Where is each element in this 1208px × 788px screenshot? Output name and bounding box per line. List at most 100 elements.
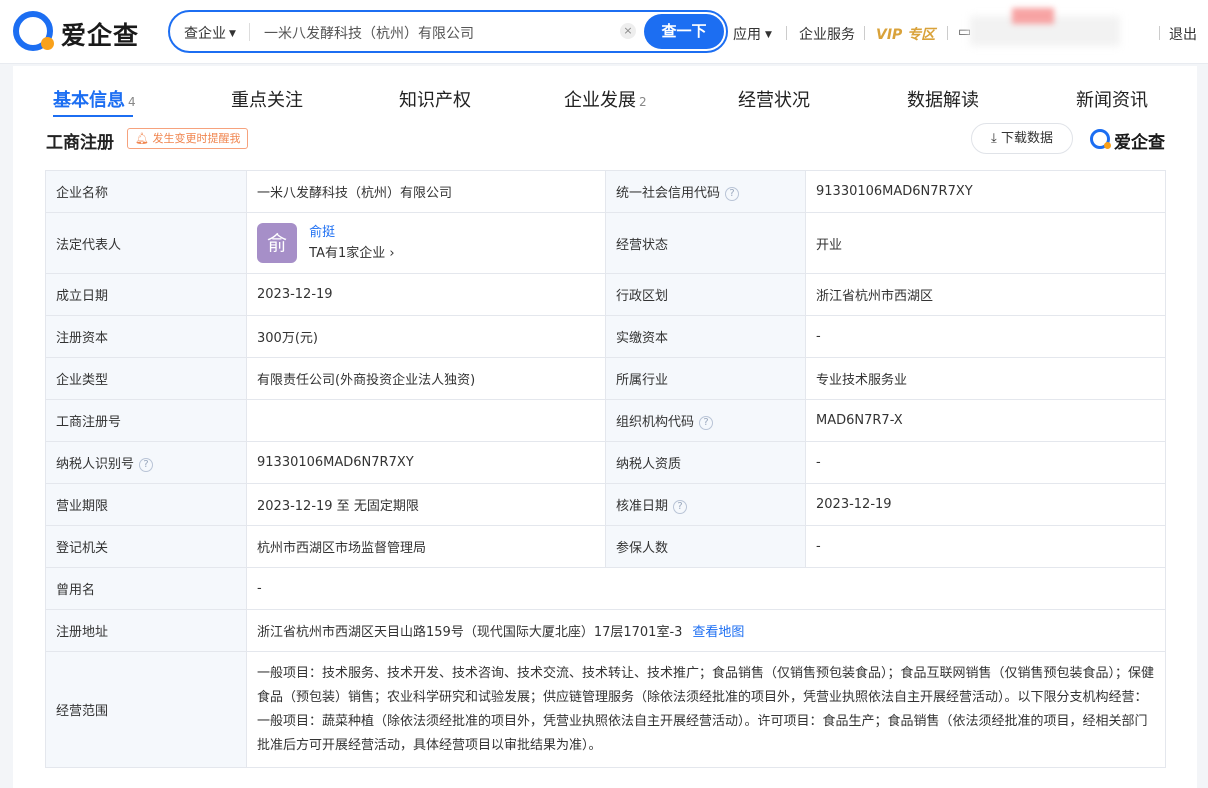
value-reg-capital: 300万(元) xyxy=(246,315,606,358)
top-bar: 爱企查 查企业 ▼ 一米八发酵科技（杭州）有限公司 × 查一下 应用 ▼ 企业服务 … xyxy=(0,0,1208,64)
tab-label: 数据解读 xyxy=(907,90,979,111)
nav-enterprise-service[interactable]: 企业服务 xyxy=(799,24,855,44)
label-credit-code: 统一社会信用代码? xyxy=(605,170,806,213)
tab-news[interactable]: 新闻资讯 xyxy=(1076,86,1148,112)
value-address: 浙江省杭州市西湖区天目山路159号（现代国际大厦北座）17层1701室-3 查看地… xyxy=(246,609,1166,652)
table-row: 注册资本 300万(元) 实缴资本 - xyxy=(45,315,1166,358)
tab-bar: 基本信息 4 重点关注 知识产权 企业发展 2 经营状况 数据解读 新闻资讯 xyxy=(13,66,1197,118)
label-text: 统一社会信用代码 xyxy=(616,186,721,201)
search-scope-label: 查企业 xyxy=(184,26,226,42)
download-icon: ⤓ xyxy=(991,131,997,146)
label-reg-no: 工商注册号 xyxy=(45,399,247,442)
label-paid-capital: 实缴资本 xyxy=(605,315,806,358)
label-taxpayer-qual: 纳税人资质 xyxy=(605,441,806,484)
value-approve-date: 2023-12-19 xyxy=(805,483,1166,526)
label-industry: 所属行业 xyxy=(605,357,806,400)
nav-divider xyxy=(1159,26,1160,40)
value-legal-rep: 俞 俞挺 TA有1家企业 › xyxy=(246,212,606,274)
clear-icon[interactable]: × xyxy=(620,23,636,39)
label-text: 核准日期 xyxy=(616,499,669,514)
label-company-type: 企业类型 xyxy=(45,357,247,400)
label-text: 组织机构代码 xyxy=(616,415,695,430)
download-data-button[interactable]: ⤓ 下载数据 xyxy=(971,123,1073,154)
value-found-date: 2023-12-19 xyxy=(246,273,606,316)
search-scope-select[interactable]: 查企业 ▼ xyxy=(184,23,236,43)
section-title: 工商注册 xyxy=(46,133,114,153)
label-org-code: 组织机构代码? xyxy=(605,399,806,442)
label-term: 营业期限 xyxy=(45,483,247,526)
nav-divider xyxy=(864,26,865,40)
tab-label: 企业发展 xyxy=(564,90,636,111)
site-logo[interactable]: 爱企查 xyxy=(13,11,153,53)
legal-rep-name-link[interactable]: 俞挺 xyxy=(309,225,335,240)
table-row: 经营范围 一般项目：技术服务、技术开发、技术咨询、技术交流、技术转让、技术推广；… xyxy=(45,651,1166,768)
label-reg-capital: 注册资本 xyxy=(45,315,247,358)
legal-rep-companies-link[interactable]: TA有1家企业 › xyxy=(309,246,394,261)
view-map-link[interactable]: 查看地图 xyxy=(692,625,744,640)
value-former-name: - xyxy=(246,567,1166,610)
nav-vip[interactable]: VIP 专区 xyxy=(876,24,935,44)
label-found-date: 成立日期 xyxy=(45,273,247,316)
table-row: 法定代表人 俞 俞挺 TA有1家企业 › 经营状态 开业 xyxy=(45,212,1166,274)
nav-apps[interactable]: 应用 ▼ xyxy=(733,24,772,44)
label-former-name: 曾用名 xyxy=(45,567,247,610)
value-status: 开业 xyxy=(805,212,1166,274)
tab-ip[interactable]: 知识产权 xyxy=(399,86,471,112)
tab-count: 4 xyxy=(128,95,136,109)
brand-text: 爱企查 xyxy=(1114,133,1165,153)
download-label: 下载数据 xyxy=(1000,131,1053,146)
help-icon[interactable]: ? xyxy=(139,458,154,472)
label-text: 纳税人识别号 xyxy=(56,457,135,472)
help-icon[interactable]: ? xyxy=(699,416,714,430)
value-region: 浙江省杭州市西湖区 xyxy=(805,273,1166,316)
search-button[interactable]: 查一下 xyxy=(644,14,724,49)
nav-divider xyxy=(947,26,948,40)
tab-development[interactable]: 企业发展 2 xyxy=(564,86,647,112)
value-credit-code: 91330106MAD6N7R7XY xyxy=(805,170,1166,213)
value-taxpayer-id: 91330106MAD6N7R7XY xyxy=(246,441,606,484)
nav-divider xyxy=(786,26,787,40)
value-taxpayer-qual: - xyxy=(805,441,1166,484)
table-row: 企业名称 一米八发酵科技（杭州）有限公司 统一社会信用代码? 91330106M… xyxy=(45,170,1166,213)
main-content: 工商注册 🔔︎ 发生变更时提醒我 ⤓ 下载数据 爱企查 企业名称 一米八发酵科技… xyxy=(13,117,1197,788)
logout-link[interactable]: 退出 xyxy=(1169,24,1197,44)
value-authority: 杭州市西湖区市场监督管理局 xyxy=(246,525,606,568)
value-reg-no xyxy=(246,399,606,442)
tab-key-focus[interactable]: 重点关注 xyxy=(231,86,303,112)
label-legal-rep: 法定代表人 xyxy=(45,212,247,274)
value-industry: 专业技术服务业 xyxy=(805,357,1166,400)
remind-label: 发生变更时提醒我 xyxy=(152,132,241,145)
brand-logo: 爱企查 xyxy=(1090,127,1170,153)
value-insured: - xyxy=(805,525,1166,568)
tab-label: 经营状况 xyxy=(738,90,810,111)
logo-text: 爱企查 xyxy=(61,21,140,50)
address-text: 浙江省杭州市西湖区天目山路159号（现代国际大厦北座）17层1701室-3 xyxy=(257,625,683,640)
search-box: 查企业 ▼ 一米八发酵科技（杭州）有限公司 × 查一下 xyxy=(168,10,728,53)
logo-q-icon xyxy=(1090,129,1111,149)
help-icon[interactable]: ? xyxy=(673,500,688,514)
table-row: 工商注册号 组织机构代码? MAD6N7R7-X xyxy=(45,399,1166,442)
value-company-type: 有限责任公司(外商投资企业法人独资) xyxy=(246,357,606,400)
tab-data-insight[interactable]: 数据解读 xyxy=(907,86,979,112)
help-icon[interactable]: ? xyxy=(725,187,740,201)
tab-basic-info[interactable]: 基本信息 4 xyxy=(53,86,136,112)
table-row: 企业类型 有限责任公司(外商投资企业法人独资) 所属行业 专业技术服务业 xyxy=(45,357,1166,400)
label-scope: 经营范围 xyxy=(45,651,247,768)
label-authority: 登记机关 xyxy=(45,525,247,568)
table-row: 注册地址 浙江省杭州市西湖区天目山路159号（现代国际大厦北座）17层1701室… xyxy=(45,609,1166,652)
table-row: 营业期限 2023-12-19 至 无固定期限 核准日期? 2023-12-19 xyxy=(45,483,1166,526)
value-org-code: MAD6N7R7-X xyxy=(805,399,1166,442)
value-term: 2023-12-19 至 无固定期限 xyxy=(246,483,606,526)
label-status: 经营状态 xyxy=(605,212,806,274)
change-remind-button[interactable]: 🔔︎ 发生变更时提醒我 xyxy=(127,128,249,149)
label-address: 注册地址 xyxy=(45,609,247,652)
legal-rep-companies-text: TA有1家企业 xyxy=(309,246,386,261)
label-taxpayer-id: 纳税人识别号? xyxy=(45,441,247,484)
search-divider xyxy=(249,23,250,41)
avatar[interactable]: 俞 xyxy=(257,223,297,263)
table-row: 成立日期 2023-12-19 行政区划 浙江省杭州市西湖区 xyxy=(45,273,1166,316)
search-input[interactable]: 一米八发酵科技（杭州）有限公司 xyxy=(264,23,604,43)
tab-label: 重点关注 xyxy=(231,90,303,111)
value-company-name: 一米八发酵科技（杭州）有限公司 xyxy=(246,170,606,213)
tab-operation[interactable]: 经营状况 xyxy=(738,86,810,112)
